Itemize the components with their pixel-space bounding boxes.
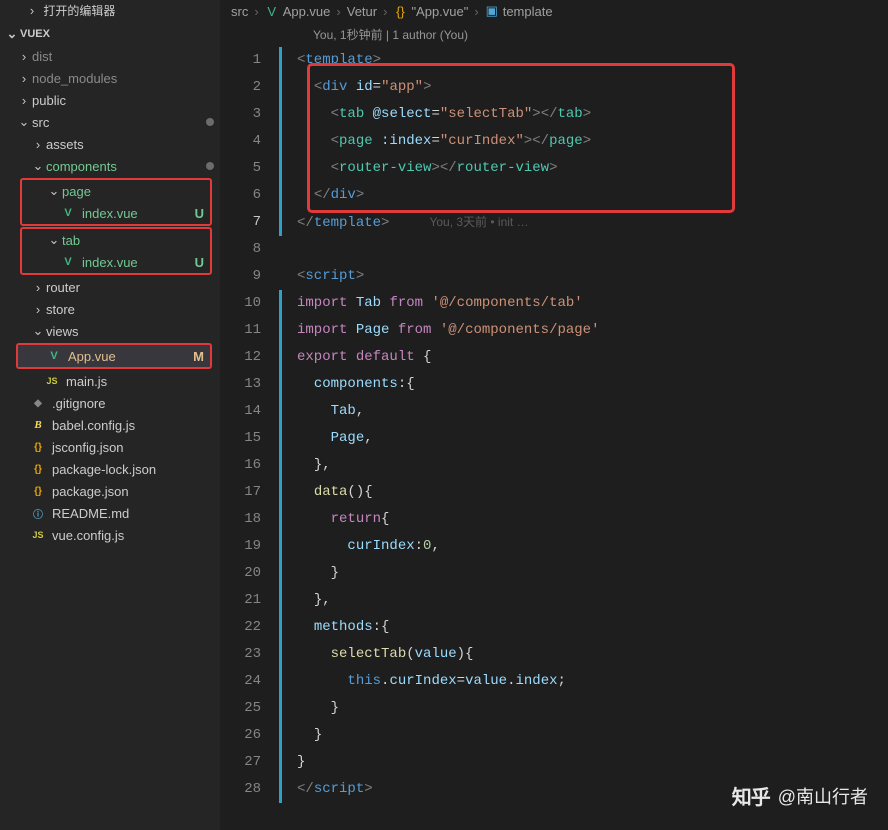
file-tree: ›dist ›node_modules ›public ⌄src ›assets… bbox=[0, 45, 220, 830]
breadcrumb[interactable]: src › VApp.vue › Vetur › {}"App.vue" › ▣… bbox=[221, 0, 888, 22]
breadcrumb-vetur[interactable]: Vetur bbox=[347, 4, 377, 19]
file-package-json[interactable]: {}package.json bbox=[0, 480, 220, 502]
chevron-down-icon: ⌄ bbox=[46, 232, 62, 248]
chevron-right-icon: › bbox=[30, 279, 46, 295]
file-app-vue[interactable]: VApp.vueM bbox=[18, 345, 210, 367]
folder-assets[interactable]: ›assets bbox=[0, 133, 220, 155]
status-untracked: U bbox=[195, 206, 204, 221]
folder-page[interactable]: ⌄page bbox=[22, 180, 210, 202]
folder-src[interactable]: ⌄src bbox=[0, 111, 220, 133]
cube-icon: ▣ bbox=[485, 4, 499, 18]
watermark-author: @南山行者 bbox=[778, 783, 868, 809]
code-editor[interactable]: 1234567891011121314151617181920212223242… bbox=[221, 47, 888, 830]
chevron-down-icon: ⌄ bbox=[30, 323, 46, 339]
status-dot-icon bbox=[206, 162, 214, 170]
js-icon: JS bbox=[44, 373, 60, 389]
vue-icon: V bbox=[60, 205, 76, 221]
babel-icon: B bbox=[30, 417, 46, 433]
file-vue-config[interactable]: JSvue.config.js bbox=[0, 524, 220, 546]
vue-icon: V bbox=[60, 254, 76, 270]
file-main-js[interactable]: JSmain.js bbox=[0, 370, 220, 392]
file-package-lock[interactable]: {}package-lock.json bbox=[0, 458, 220, 480]
chevron-right-icon: › bbox=[16, 48, 32, 64]
chevron-down-icon: ⌄ bbox=[30, 158, 46, 174]
folder-components[interactable]: ⌄components bbox=[0, 155, 220, 177]
diff-indicator bbox=[279, 290, 282, 803]
chevron-right-icon: › bbox=[30, 136, 46, 152]
status-untracked: U bbox=[195, 255, 204, 270]
folder-tab[interactable]: ⌄tab bbox=[22, 229, 210, 251]
chevron-right-icon: › bbox=[336, 4, 340, 19]
highlight-box-appvue: VApp.vueM bbox=[16, 343, 212, 369]
folder-views[interactable]: ⌄views bbox=[0, 320, 220, 342]
highlight-box-tab: ⌄tab Vindex.vueU bbox=[20, 227, 212, 275]
chevron-right-icon: › bbox=[24, 3, 40, 19]
file-page-index[interactable]: Vindex.vueU bbox=[22, 202, 210, 224]
code-content[interactable]: <template> <div id="app"> <tab @select="… bbox=[279, 47, 888, 830]
folder-store[interactable]: ›store bbox=[0, 298, 220, 320]
folder-router[interactable]: ›router bbox=[0, 276, 220, 298]
vue-icon: V bbox=[265, 4, 279, 18]
editor-pane: src › VApp.vue › Vetur › {}"App.vue" › ▣… bbox=[221, 0, 888, 830]
line-number-gutter: 1234567891011121314151617181920212223242… bbox=[221, 47, 279, 830]
info-icon: ⓘ bbox=[30, 505, 46, 521]
chevron-right-icon: › bbox=[16, 92, 32, 108]
project-header[interactable]: ⌄ VUEX bbox=[0, 23, 220, 45]
vue-icon: V bbox=[46, 348, 62, 364]
breadcrumb-src[interactable]: src bbox=[231, 4, 248, 19]
watermark: 知乎 @南山行者 bbox=[732, 781, 868, 810]
file-babel-config[interactable]: Bbabel.config.js bbox=[0, 414, 220, 436]
file-readme[interactable]: ⓘREADME.md bbox=[0, 502, 220, 524]
chevron-right-icon: › bbox=[254, 4, 258, 19]
highlight-box-page: ⌄page Vindex.vueU bbox=[20, 178, 212, 226]
folder-node-modules[interactable]: ›node_modules bbox=[0, 67, 220, 89]
diff-indicator bbox=[279, 47, 282, 236]
project-name: VUEX bbox=[20, 28, 50, 40]
codelens-authors[interactable]: You, 1秒钟前 | 1 author (You) bbox=[221, 22, 888, 47]
inline-git-blame: You, 3天前 • init … bbox=[429, 215, 528, 229]
chevron-down-icon: ⌄ bbox=[46, 183, 62, 199]
json-icon: {} bbox=[30, 439, 46, 455]
file-tab-index[interactable]: Vindex.vueU bbox=[22, 251, 210, 273]
file-gitignore[interactable]: ◆.gitignore bbox=[0, 392, 220, 414]
status-modified: M bbox=[193, 349, 204, 364]
js-icon: JS bbox=[30, 527, 46, 543]
file-jsconfig[interactable]: {}jsconfig.json bbox=[0, 436, 220, 458]
chevron-down-icon: ⌄ bbox=[16, 114, 32, 130]
zhihu-logo-icon: 知乎 bbox=[732, 781, 770, 810]
json-icon: {} bbox=[30, 483, 46, 499]
json-icon: {} bbox=[30, 461, 46, 477]
git-icon: ◆ bbox=[30, 395, 46, 411]
sidebar: › 打开的编辑器 ⌄ VUEX ›dist ›node_modules ›pub… bbox=[0, 0, 221, 830]
breadcrumb-template[interactable]: ▣template bbox=[485, 4, 553, 19]
chevron-right-icon: › bbox=[474, 4, 478, 19]
status-dot-icon bbox=[206, 118, 214, 126]
chevron-right-icon: › bbox=[16, 70, 32, 86]
breadcrumb-scope[interactable]: {}"App.vue" bbox=[393, 4, 468, 19]
breadcrumb-file[interactable]: VApp.vue bbox=[265, 4, 331, 19]
chevron-right-icon: › bbox=[30, 301, 46, 317]
brace-icon: {} bbox=[393, 4, 407, 18]
open-editors-label: 打开的编辑器 bbox=[43, 4, 115, 18]
open-editors-section[interactable]: › 打开的编辑器 bbox=[0, 0, 220, 23]
chevron-down-icon: ⌄ bbox=[4, 26, 20, 42]
chevron-right-icon: › bbox=[383, 4, 387, 19]
folder-dist[interactable]: ›dist bbox=[0, 45, 220, 67]
folder-public[interactable]: ›public bbox=[0, 89, 220, 111]
